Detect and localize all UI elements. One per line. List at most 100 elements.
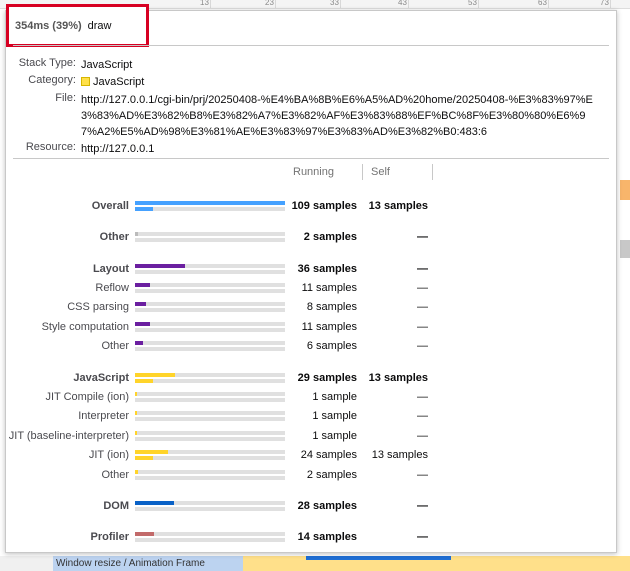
self-bar [135, 417, 285, 421]
running-bar-fill [135, 232, 138, 236]
running-samples: 24 samples [300, 449, 357, 461]
tooltip-header: 354ms (39%) draw [6, 4, 149, 47]
ruler-tick-line [340, 0, 341, 8]
category-row-label: JIT Compile (ion) [45, 391, 129, 403]
running-samples: 6 samples [306, 340, 357, 352]
running-bar-fill [135, 411, 137, 415]
running-bar-fill [135, 470, 138, 474]
self-bar [135, 270, 285, 274]
self-column-header: Self [371, 166, 390, 178]
self-bar-fill [135, 456, 153, 460]
running-bar [135, 501, 285, 505]
timeline-marker [620, 240, 630, 258]
self-samples: — [417, 282, 428, 294]
ruler-tick-line [548, 0, 549, 8]
self-samples: 13 samples [368, 200, 428, 212]
running-bar [135, 411, 285, 415]
running-bar [135, 373, 285, 377]
category-name: JavaScript [93, 76, 145, 88]
self-bar [135, 347, 285, 351]
column-divider [432, 164, 433, 180]
category-row-label: JIT (ion) [88, 449, 129, 461]
self-samples: — [417, 231, 428, 243]
self-samples: — [417, 430, 428, 442]
running-bar [135, 392, 285, 396]
self-bar [135, 379, 285, 383]
self-samples: — [417, 500, 428, 512]
self-bar [135, 308, 285, 312]
category-row: CSS parsing 8 samples — [6, 301, 616, 315]
file-label: File: [55, 92, 76, 104]
bottom-track-label: Window resize / Animation Frame [56, 558, 205, 569]
self-samples: — [417, 410, 428, 422]
ruler-tick-label: 13 [200, 0, 209, 7]
ruler-tick-line [610, 0, 611, 8]
category-row: Layout 36 samples — [6, 263, 616, 277]
category-row-label: Other [99, 231, 129, 243]
header-divider [13, 45, 609, 46]
resource-label: Resource: [25, 141, 76, 153]
self-samples: 13 samples [371, 449, 428, 461]
running-bar [135, 431, 285, 435]
file-value: http://127.0.0.1/cgi-bin/prj/20250408-%E… [81, 94, 593, 138]
self-samples: — [417, 301, 428, 313]
bottom-track-segment [306, 556, 451, 560]
running-bar-fill [135, 450, 168, 454]
running-bar-fill [135, 392, 137, 396]
ruler-tick-line [478, 0, 479, 8]
category-row: Profiler 14 samples — [6, 531, 616, 545]
self-bar-fill [135, 207, 153, 211]
running-bar [135, 302, 285, 306]
category-row: Other 6 samples — [6, 340, 616, 354]
ruler-tick-label: 63 [538, 0, 547, 7]
ruler-tick-label: 43 [398, 0, 407, 7]
running-samples: 36 samples [297, 263, 357, 275]
stack-type-label: Stack Type: [18, 57, 76, 69]
running-bar-fill [135, 373, 175, 377]
category-row-label: CSS parsing [67, 301, 129, 313]
self-samples: — [417, 263, 428, 275]
ruler-tick-line [210, 0, 211, 8]
category-row: Interpreter 1 sample — [6, 410, 616, 424]
self-samples: — [417, 531, 428, 543]
category-value: JavaScript [81, 74, 601, 90]
ruler-tick-label: 73 [600, 0, 609, 7]
running-bar-fill [135, 302, 146, 306]
self-samples: — [417, 391, 428, 403]
category-row: JIT Compile (ion) 1 sample — [6, 391, 616, 405]
running-bar [135, 201, 285, 205]
running-bar-fill [135, 431, 137, 435]
column-divider [362, 164, 363, 180]
ruler-tick-label: 23 [265, 0, 274, 7]
running-samples: 1 sample [312, 410, 357, 422]
ruler-tick-label: 53 [468, 0, 477, 7]
category-row-label: Interpreter [78, 410, 129, 422]
self-bar-fill [135, 379, 153, 383]
timeline-marker [620, 180, 630, 200]
running-bar-fill [135, 201, 285, 205]
running-bar-fill [135, 341, 143, 345]
self-bar [135, 456, 285, 460]
running-samples: 1 sample [312, 430, 357, 442]
self-samples: — [417, 321, 428, 333]
category-row-label: JIT (baseline-interpreter) [8, 430, 129, 442]
running-samples: 1 sample [312, 391, 357, 403]
category-label: Category: [28, 74, 76, 86]
self-bar [135, 538, 285, 542]
running-bar [135, 341, 285, 345]
function-name: draw [87, 19, 112, 32]
category-row-label: Profiler [90, 531, 129, 543]
resource-value: http://127.0.0.1 [81, 143, 155, 155]
running-samples: 14 samples [297, 531, 357, 543]
ruler-tick-line [275, 0, 276, 8]
ruler-tick-line [408, 0, 409, 8]
running-column-header: Running [293, 166, 334, 178]
running-bar [135, 264, 285, 268]
category-row-label: Layout [92, 263, 129, 275]
duration-label: 354ms (39%) [15, 19, 82, 32]
self-bar [135, 238, 285, 242]
category-row: Other 2 samples — [6, 231, 616, 245]
self-samples: 13 samples [368, 372, 428, 384]
running-bar [135, 283, 285, 287]
category-row-label: Other [101, 469, 129, 481]
